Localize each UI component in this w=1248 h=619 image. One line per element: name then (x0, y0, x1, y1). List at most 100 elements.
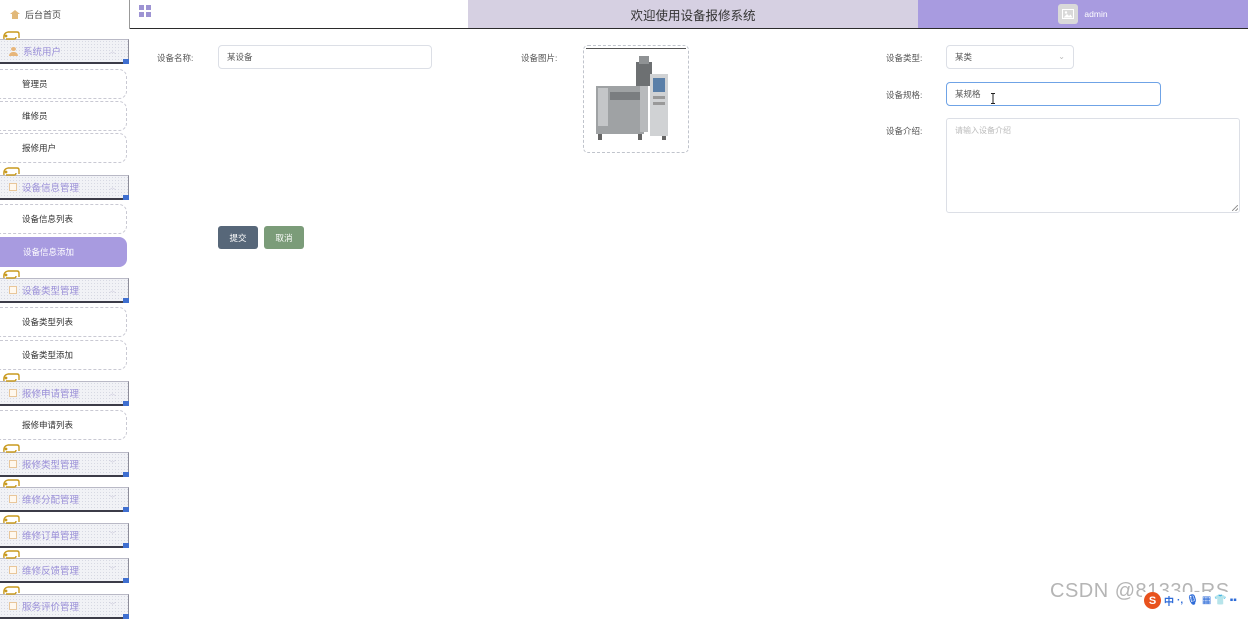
chevron-up-icon: ︿ (109, 390, 116, 397)
chevron-down-icon: ﹀ (109, 532, 116, 539)
sidebar-group-repair-feedback[interactable]: 维修反馈管理 ﹀ (0, 550, 129, 583)
sidebar-group-repair-assign[interactable]: 维修分配管理 ﹀ (0, 479, 129, 512)
sidebar-item-label: 报修用户 (22, 143, 57, 153)
sidebar-group-label: 维修分配管理 (22, 495, 80, 506)
sidebar-item-request-list[interactable]: 报修申请列表 (0, 410, 127, 440)
punctuation-icon: ·, (1177, 595, 1184, 606)
sidebar-item-label: 维修员 (22, 111, 48, 121)
toolbox-icon: ▪▪ (1229, 595, 1237, 606)
device-intro-textarea[interactable]: 请输入设备介绍 (946, 118, 1240, 213)
sogou-ime-icon: S (1144, 592, 1161, 609)
device-type-value: 某类 (955, 52, 973, 62)
device-type-select[interactable]: 某类 ⌄ (946, 45, 1074, 69)
ime-toolbar[interactable]: S 中 ·, 🎙 ▦ 👕 ▪▪ (1142, 592, 1248, 609)
top-header: 后台首页 欢迎使用设备报修系统 admin (0, 0, 1248, 29)
sidebar-item-label: 设备类型添加 (22, 350, 74, 360)
device-spec-label: 设备规格: (886, 90, 923, 100)
folder-icon (9, 566, 17, 574)
sidebar-group-repair-type[interactable]: 报修类型管理 ﹀ (0, 444, 129, 477)
sidebar-item-type-add[interactable]: 设备类型添加 (0, 340, 127, 370)
paperclip-icon (3, 444, 20, 453)
sidebar-item-repairman[interactable]: 维修员 (0, 101, 127, 131)
sidebar-item-label: 管理员 (22, 79, 48, 89)
chevron-up-icon: ︿ (109, 184, 116, 191)
resize-handle-icon[interactable] (1232, 205, 1238, 211)
folder-icon (9, 460, 17, 468)
home-tab-label: 后台首页 (25, 10, 62, 20)
folder-icon (9, 531, 17, 539)
device-type-label: 设备类型: (886, 53, 923, 63)
home-tab[interactable]: 后台首页 (0, 0, 130, 29)
home-icon (10, 10, 20, 19)
chevron-down-icon: ﹀ (109, 603, 116, 610)
device-intro-placeholder: 请输入设备介绍 (955, 126, 1011, 135)
sidebar-item-device-add[interactable]: 设备信息添加 (0, 237, 127, 267)
sidebar-group-system-users[interactable]: 系统用户 ︿ (0, 31, 129, 64)
sidebar-group-label: 设备信息管理 (22, 183, 80, 194)
device-image-upload[interactable] (583, 45, 689, 153)
user-icon (9, 46, 18, 56)
sidebar-group-repair-request[interactable]: 报修申请管理 ︿ (0, 373, 129, 406)
paperclip-icon (3, 515, 20, 524)
sidebar-group-device-info[interactable]: 设备信息管理 ︿ (0, 167, 129, 200)
folder-icon (9, 286, 17, 294)
sidebar-group-label: 报修申请管理 (22, 389, 80, 400)
paperclip-icon (3, 167, 20, 176)
skin-icon: 👕 (1214, 595, 1227, 606)
avatar[interactable] (1058, 4, 1079, 24)
sidebar-group-label: 服务评价管理 (22, 602, 80, 613)
system-title: 欢迎使用设备报修系统 (630, 8, 756, 23)
microphone-icon: 🎙 (1186, 595, 1199, 606)
folder-icon (9, 495, 17, 503)
keyboard-icon: ▦ (1201, 595, 1212, 606)
sidebar-item-label: 报修申请列表 (22, 420, 74, 430)
chevron-down-icon: ﹀ (109, 496, 116, 503)
chevron-up-icon: ︿ (109, 287, 116, 294)
device-spec-input[interactable]: 某规格 (946, 82, 1161, 106)
sidebar-group-repair-order[interactable]: 维修订单管理 ﹀ (0, 515, 129, 548)
cancel-button[interactable]: 取消 (264, 226, 304, 249)
chevron-down-icon: ﹀ (109, 461, 116, 468)
chevron-down-icon: ﹀ (109, 567, 116, 574)
image-placeholder-icon (1062, 9, 1075, 19)
user-menu[interactable]: admin (918, 0, 1248, 28)
device-name-value: 某设备 (227, 52, 253, 62)
device-image-label: 设备图片: (521, 53, 558, 63)
paperclip-icon (3, 586, 20, 595)
submit-button[interactable]: 提交 (218, 226, 258, 249)
device-spec-value: 某规格 (955, 89, 981, 99)
submit-button-label: 提交 (229, 232, 247, 243)
sidebar-item-label: 设备类型列表 (22, 317, 74, 327)
folder-icon (9, 183, 17, 191)
sidebar-item-label: 设备信息添加 (23, 247, 75, 257)
folder-icon (9, 389, 17, 397)
ime-language-label: 中 (1164, 597, 1174, 608)
sidebar-item-label: 设备信息列表 (22, 214, 74, 224)
text-cursor-icon (991, 93, 995, 104)
sidebar-group-label: 维修反馈管理 (22, 566, 80, 577)
system-title-bar: 欢迎使用设备报修系统 (468, 0, 918, 28)
paperclip-icon (3, 31, 20, 40)
sidebar-item-device-list[interactable]: 设备信息列表 (0, 204, 127, 234)
paperclip-icon (3, 550, 20, 559)
device-machine-image (586, 48, 686, 150)
sidebar-group-service-review[interactable]: 服务评价管理 ﹀ (0, 586, 129, 619)
sidebar: 系统用户 ︿ 管理员 维修员 报修用户 设备信息管理 ︿ 设备信息列表 设备信息… (0, 29, 132, 619)
username: admin (1084, 9, 1108, 19)
paperclip-icon (3, 270, 20, 279)
device-name-label: 设备名称: (157, 53, 194, 63)
device-name-input[interactable]: 某设备 (218, 45, 432, 69)
sidebar-item-type-list[interactable]: 设备类型列表 (0, 307, 127, 337)
sidebar-item-admin[interactable]: 管理员 (0, 69, 127, 99)
cancel-button-label: 取消 (275, 232, 293, 243)
sidebar-group-device-type[interactable]: 设备类型管理 ︿ (0, 270, 129, 303)
chevron-up-icon: ︿ (109, 48, 116, 55)
paperclip-icon (3, 479, 20, 488)
folder-icon (9, 602, 17, 610)
sidebar-group-label: 报修类型管理 (22, 460, 80, 471)
sidebar-item-repair-user[interactable]: 报修用户 (0, 133, 127, 163)
sidebar-group-label: 维修订单管理 (22, 531, 80, 542)
menu-grid-icon[interactable] (139, 5, 151, 17)
sidebar-group-label: 设备类型管理 (22, 286, 80, 297)
paperclip-icon (3, 373, 20, 382)
